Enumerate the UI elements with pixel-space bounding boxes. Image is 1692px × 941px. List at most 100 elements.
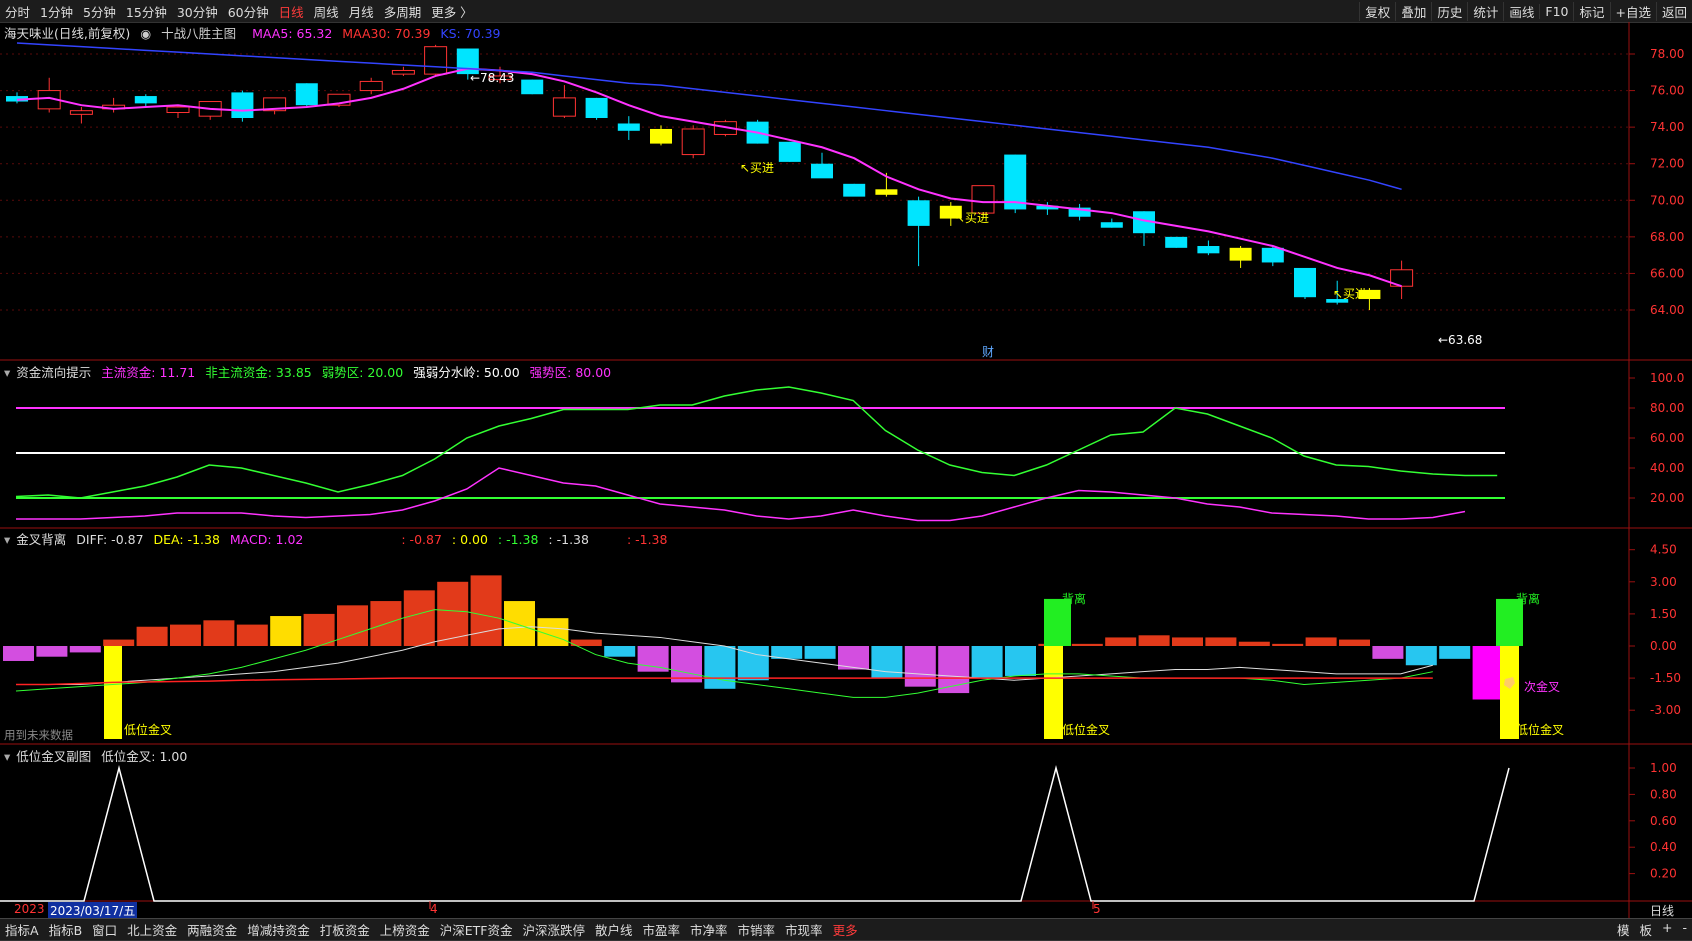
tab-margin[interactable]: 两融资金 — [182, 920, 242, 939]
main-fund-line — [16, 467, 1466, 522]
period-daily[interactable]: 日线 — [274, 2, 309, 21]
macd-bar — [904, 646, 936, 687]
history-button[interactable]: 历史 — [1431, 1, 1467, 21]
tab-indicator-b[interactable]: 指标B — [44, 920, 88, 939]
flow-pane-title: ▾ 资金流向提示 主流资金: 11.71 非主流资金: 33.85 弱势区: 20… — [4, 362, 617, 381]
period-weekly[interactable]: 周线 — [309, 2, 344, 21]
macd-bar — [303, 613, 335, 646]
macd-tick-label: -1.50 — [1650, 671, 1681, 685]
price-tick-label: 66.00 — [1650, 266, 1684, 280]
macd-title[interactable]: 金叉背离 — [16, 532, 66, 547]
tab-limitup-fund[interactable]: 打板资金 — [315, 920, 375, 939]
macd-tick-label: 1.50 — [1650, 607, 1677, 621]
candle-body — [681, 128, 705, 156]
fuquan-button[interactable]: 复权 — [1359, 1, 1395, 21]
f10-button[interactable]: F10 — [1539, 3, 1573, 19]
tab-limit-updown[interactable]: 沪深涨跌停 — [517, 920, 590, 939]
main-indicator-name[interactable]: ◉ 十战八胜主图 — [140, 26, 242, 41]
buy-signal-label: ↖买进 — [1333, 287, 1367, 301]
ks-line — [16, 42, 1402, 191]
tab-toplist-fund[interactable]: 上榜资金 — [375, 920, 435, 939]
macd-extra-4: : -1.38 — [548, 532, 589, 547]
eye-icon: ◉ — [140, 26, 152, 41]
maa5-value: MAA5: 65.32 — [252, 26, 333, 41]
macd-bar — [1439, 646, 1471, 659]
period-monthly[interactable]: 月线 — [344, 2, 379, 21]
candle-body — [778, 141, 801, 162]
period-1min[interactable]: 1分钟 — [35, 2, 78, 21]
macd-tick-label: 0.00 — [1650, 639, 1677, 653]
candle-body — [1197, 246, 1220, 254]
draw-button[interactable]: 画线 — [1503, 1, 1539, 21]
tab-pe[interactable]: 市盈率 — [638, 920, 686, 939]
sub-title[interactable]: 低位金叉副图 — [16, 749, 91, 764]
candle-body — [875, 189, 898, 195]
flow-tick-label: 40.00 — [1650, 461, 1684, 475]
candle-body — [521, 79, 544, 95]
stock-name[interactable]: 海天味业(日线,前复权) — [4, 26, 130, 41]
non-main-fund-value: 非主流资金: 33.85 — [205, 365, 312, 380]
tab-pb[interactable]: 市净率 — [685, 920, 733, 939]
macd-tick-label: 3.00 — [1650, 575, 1677, 589]
period-15min[interactable]: 15分钟 — [121, 2, 172, 21]
macd-bar — [1272, 643, 1304, 646]
flow-title[interactable]: 资金流向提示 — [16, 365, 91, 380]
overlay-button[interactable]: 叠加 — [1395, 1, 1431, 21]
sub-tick-label: 0.60 — [1650, 814, 1677, 828]
macd-bar — [236, 624, 268, 646]
macd-extra-1: : -0.87 — [401, 532, 442, 547]
tab-pcf[interactable]: 市现率 — [780, 920, 828, 939]
zoom-out-button[interactable]: - — [1677, 920, 1692, 939]
stats-button[interactable]: 统计 — [1467, 1, 1503, 21]
macd-extra-3: : -1.38 — [497, 532, 539, 547]
macd-bar — [671, 646, 702, 683]
add-watchlist-button[interactable]: +自选 — [1609, 1, 1656, 21]
macd-bar — [69, 646, 101, 653]
macd-tick-label: -3.00 — [1650, 703, 1681, 717]
tab-retail-line[interactable]: 散户线 — [590, 920, 638, 939]
period-toolbar: 分时 1分钟 5分钟 15分钟 30分钟 60分钟 日线 周线 月线 多周期 更… — [0, 0, 1692, 23]
macd-bar — [1372, 646, 1404, 659]
period-more[interactable]: 更多 〉 — [426, 2, 477, 21]
year-label: 2023 — [14, 902, 45, 916]
collapse-icon[interactable]: ▾ — [4, 749, 10, 764]
macd-bar — [337, 605, 368, 646]
candle-body — [585, 97, 608, 118]
tab-more[interactable]: 更多 — [828, 920, 863, 939]
period-30min[interactable]: 30分钟 — [172, 2, 223, 21]
zoom-in-button[interactable]: + — [1657, 920, 1677, 939]
tab-indicator-a[interactable]: 指标A — [0, 920, 44, 939]
back-button[interactable]: 返回 — [1655, 1, 1692, 21]
tab-etf-fund[interactable]: 沪深ETF资金 — [435, 920, 518, 939]
macd-bar — [1071, 643, 1103, 646]
template-button[interactable]: 模 — [1612, 920, 1635, 939]
period-60min[interactable]: 60分钟 — [223, 2, 274, 21]
macd-bar — [3, 646, 34, 661]
tab-window[interactable]: 窗口 — [87, 920, 122, 939]
collapse-icon[interactable]: ▾ — [4, 365, 10, 380]
tab-holdings-change[interactable]: 增减持资金 — [242, 920, 315, 939]
period-5min[interactable]: 5分钟 — [78, 2, 121, 21]
period-fenshi[interactable]: 分时 — [0, 2, 35, 21]
month-5-label: 5 — [1093, 902, 1101, 916]
board-button[interactable]: 板 — [1634, 920, 1657, 939]
mark-button[interactable]: 标记 — [1573, 1, 1609, 21]
month-4-label: 4 — [430, 902, 438, 916]
golden-cross-bar — [104, 646, 122, 739]
tab-northbound[interactable]: 北上资金 — [122, 920, 182, 939]
low-price-label: ←63.68 — [1438, 333, 1482, 347]
chart-area[interactable]: ←78.43←63.68财↖买进↖买进↖买进100.080.0060.0040.… — [0, 22, 1692, 918]
tab-ps[interactable]: 市销率 — [733, 920, 781, 939]
candle-body — [907, 200, 930, 226]
candle-body — [971, 185, 995, 214]
macd-bar — [1172, 637, 1203, 646]
buy-signal-label: ↖买进 — [955, 211, 989, 225]
collapse-icon[interactable]: ▾ — [4, 532, 10, 547]
period-multi[interactable]: 多周期 — [379, 2, 427, 21]
candle-body — [69, 110, 93, 115]
price-tick-label: 68.00 — [1650, 230, 1684, 244]
main-fund-value: 主流资金: 11.71 — [101, 365, 196, 380]
macd-bar — [1105, 637, 1137, 646]
macd-bar — [103, 639, 135, 646]
strong-zone-value: 强势区: 80.00 — [529, 365, 612, 380]
